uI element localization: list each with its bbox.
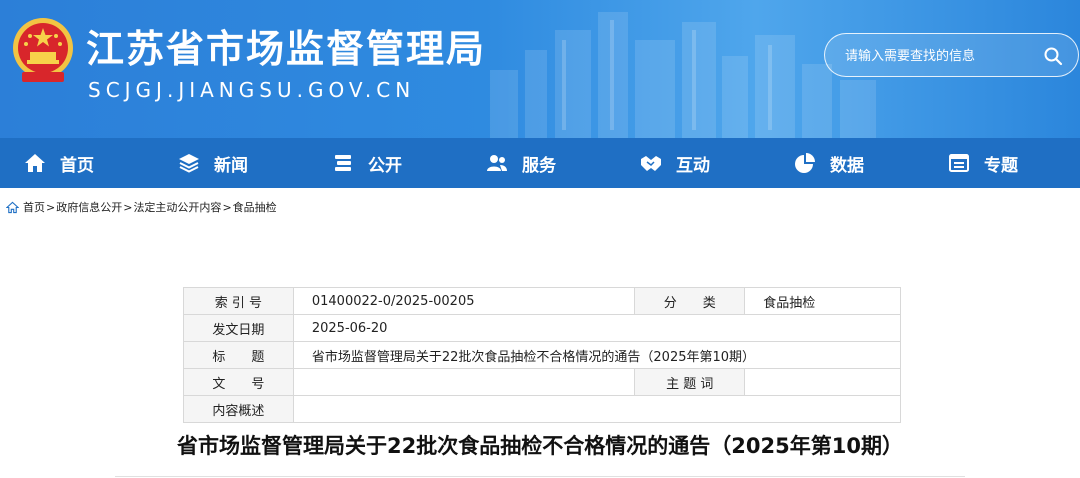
category-value: 食品抽检 <box>744 287 901 315</box>
table-row: 发文日期 2025-06-20 <box>183 314 902 342</box>
nav-item-open[interactable]: 公开 <box>332 138 402 188</box>
home-icon <box>6 201 19 213</box>
nav-item-label: 首页 <box>60 155 94 176</box>
site-header: 江苏省市场监督管理局 SCJGJ.JIANGSU.GOV.CN <box>0 0 1080 138</box>
document-title: 省市场监督管理局关于22批次食品抽检不合格情况的通告（2025年第10期） <box>177 434 903 458</box>
table-row: 索 引 号 01400022-0/2025-00205 分 类 食品抽检 <box>183 287 901 315</box>
national-emblem-icon <box>13 18 73 82</box>
nav-item-data[interactable]: 数据 <box>794 138 864 188</box>
nav-item-news[interactable]: 新闻 <box>178 138 248 188</box>
search-icon[interactable] <box>1043 46 1063 66</box>
date-label: 发文日期 <box>183 314 294 342</box>
title-value: 省市场监督管理局关于22批次食品抽检不合格情况的通告（2025年第10期） <box>292 341 902 369</box>
subject-label: 主 题 词 <box>634 368 746 396</box>
breadcrumb-separator: > <box>222 200 232 214</box>
docno-value <box>292 368 636 396</box>
breadcrumb-separator: > <box>123 200 133 214</box>
breadcrumb-food-inspection[interactable]: 食品抽检 <box>233 199 277 215</box>
nav-item-label: 专题 <box>984 155 1018 176</box>
nav-item-label: 数据 <box>830 155 864 176</box>
breadcrumb-gov-info[interactable]: 政府信息公开 <box>56 199 122 215</box>
index-value: 01400022-0/2025-00205 <box>292 287 636 315</box>
date-value: 2025-06-20 <box>292 314 902 342</box>
title-divider <box>115 476 965 477</box>
nav-item-service[interactable]: 服务 <box>486 138 556 188</box>
table-row: 内容概述 <box>183 395 902 423</box>
breadcrumb-home[interactable]: 首页 <box>23 199 45 215</box>
city-skyline-decoration <box>490 12 876 138</box>
nav-item-topic[interactable]: 专题 <box>948 138 1018 188</box>
nav-item-label: 新闻 <box>214 155 248 176</box>
category-label: 分 类 <box>634 287 746 315</box>
breadcrumb-statutory[interactable]: 法定主动公开内容 <box>133 199 221 215</box>
nav-item-home[interactable]: 首页 <box>24 138 94 188</box>
stack-icon <box>335 155 351 171</box>
search-input[interactable] <box>845 46 1025 66</box>
handshake-icon <box>641 156 661 171</box>
breadcrumb: 首页 > 政府信息公开 > 法定主动公开内容 > 食品抽检 <box>6 199 277 215</box>
document-info-table: 索 引 号 01400022-0/2025-00205 分 类 食品抽检 发文日… <box>183 287 902 423</box>
pie-chart-icon <box>795 153 815 173</box>
nav-item-label: 公开 <box>368 155 402 176</box>
main-nav: 首页 新闻 公开 服务 互动 数据 专题 <box>0 138 1080 188</box>
site-title[interactable]: 江苏省市场监督管理局 <box>86 18 486 73</box>
summary-label: 内容概述 <box>183 395 294 423</box>
window-icon <box>949 154 969 172</box>
nav-item-interact[interactable]: 互动 <box>640 138 710 188</box>
nav-item-label: 互动 <box>676 155 710 176</box>
table-row: 标 题 省市场监督管理局关于22批次食品抽检不合格情况的通告（2025年第10期… <box>183 341 902 369</box>
breadcrumb-separator: > <box>46 200 56 214</box>
table-row: 文 号 主 题 词 <box>183 368 901 396</box>
layers-icon <box>179 154 199 173</box>
subject-value <box>744 368 901 396</box>
search-box[interactable] <box>824 33 1079 77</box>
summary-value <box>292 395 902 423</box>
site-domain: SCJGJ.JIANGSU.GOV.CN <box>88 78 416 102</box>
docno-label: 文 号 <box>183 368 294 396</box>
home-icon <box>25 154 45 172</box>
index-label: 索 引 号 <box>183 287 294 315</box>
nav-item-label: 服务 <box>522 155 556 176</box>
users-icon <box>487 155 507 171</box>
title-label: 标 题 <box>183 341 294 369</box>
